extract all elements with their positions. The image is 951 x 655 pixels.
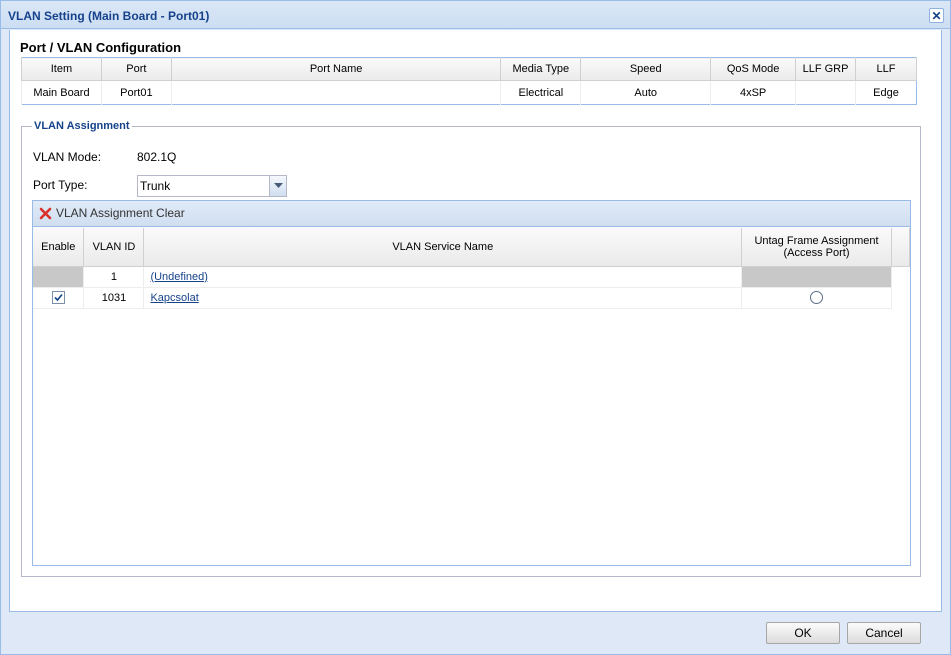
dialog-titlebar[interactable]: VLAN Setting (Main Board - Port01) ✕ (1, 1, 950, 29)
cell-untag (741, 287, 892, 309)
ok-button[interactable]: OK (766, 622, 840, 644)
table-row: Main Board Port01 Electrical Auto 4xSP E… (21, 80, 917, 105)
vlan-assignment-grid: VLAN Assignment Clear Enable VLAN ID VLA… (32, 200, 911, 566)
column-header-vlan-service-name: VLAN Service Name (143, 228, 743, 267)
cell-item: Main Board (21, 80, 102, 105)
grid-toolbar: VLAN Assignment Clear (33, 201, 910, 227)
table-row[interactable]: 1 (Undefined) (33, 266, 910, 288)
column-header-llf: LLF (855, 57, 917, 81)
vlan-setting-dialog: VLAN Setting (Main Board - Port01) ✕ Por… (0, 0, 951, 655)
cell-vlan-id: 1031 (83, 287, 145, 309)
cell-spacer (891, 287, 909, 308)
vlan-assignment-fieldset: VLAN Assignment VLAN Mode: 802.1Q Port T… (21, 120, 921, 577)
vlan-assignment-clear-label: VLAN Assignment Clear (56, 206, 185, 220)
port-type-label: Port Type: (33, 178, 88, 192)
close-icon[interactable]: ✕ (929, 8, 944, 23)
cell-port: Port01 (100, 80, 172, 105)
dialog-body: Port / VLAN Configuration Item Port Port… (9, 30, 942, 612)
column-header-item: Item (21, 57, 102, 81)
column-header-qos-mode: QoS Mode (710, 57, 797, 81)
red-x-icon (39, 207, 52, 219)
enable-checkbox[interactable] (51, 291, 65, 304)
cell-media-type: Electrical (500, 80, 581, 105)
port-type-value: Trunk (140, 179, 171, 193)
cell-vlan-service-name: Kapcsolat (143, 287, 743, 309)
vlan-mode-label: VLAN Mode: (33, 150, 102, 164)
port-type-select[interactable]: Trunk (137, 175, 287, 197)
vlan-service-link[interactable]: Kapcsolat (150, 292, 198, 304)
cell-port-name (170, 80, 501, 105)
column-header-media-type: Media Type (500, 57, 582, 81)
port-config-header-row: Item Port Port Name Media Type Speed QoS… (21, 57, 917, 81)
port-config-title: Port / VLAN Configuration (20, 40, 182, 55)
cell-speed: Auto (580, 80, 711, 105)
cell-spacer (891, 266, 909, 287)
column-header-llf-grp: LLF GRP (795, 57, 856, 81)
column-header-port-name: Port Name (170, 57, 502, 81)
column-header-speed: Speed (580, 57, 712, 81)
cell-llf: Edge (855, 80, 917, 105)
vlan-assignment-clear-button[interactable]: VLAN Assignment Clear (39, 206, 185, 220)
cell-enable-disabled (33, 266, 85, 288)
vlan-service-link[interactable]: (Undefined) (150, 271, 207, 283)
cell-qos-mode: 4xSP (710, 80, 796, 105)
port-config-table: Item Port Port Name Media Type Speed QoS… (21, 57, 917, 105)
column-header-port: Port (100, 57, 172, 81)
vlan-assignment-legend: VLAN Assignment (34, 120, 130, 132)
cell-enable (33, 287, 85, 309)
checkmark-icon (54, 293, 63, 302)
column-header-spacer (891, 228, 911, 267)
chevron-down-icon[interactable] (269, 176, 286, 196)
column-header-vlan-id: VLAN ID (83, 228, 145, 267)
vlan-table: Enable VLAN ID VLAN Service Name Untag F… (33, 228, 911, 309)
cell-vlan-service-name: (Undefined) (143, 266, 743, 288)
cell-llf-grp (795, 80, 856, 105)
untag-radio[interactable] (810, 291, 823, 304)
dialog-title: VLAN Setting (Main Board - Port01) (8, 9, 210, 23)
untag-header-line2: (Access Port) (783, 246, 850, 259)
cell-untag-disabled (741, 266, 892, 288)
cell-vlan-id: 1 (83, 266, 145, 288)
vlan-table-header-row: Enable VLAN ID VLAN Service Name Untag F… (33, 228, 911, 267)
table-row[interactable]: 1031 Kapcsolat (33, 287, 910, 309)
vlan-mode-value: 802.1Q (137, 150, 177, 164)
column-header-untag-frame: Untag Frame Assignment (Access Port) (741, 228, 892, 267)
column-header-enable: Enable (33, 228, 85, 267)
cancel-button[interactable]: Cancel (847, 622, 921, 644)
untag-header-line1: Untag Frame Assignment (754, 234, 879, 247)
